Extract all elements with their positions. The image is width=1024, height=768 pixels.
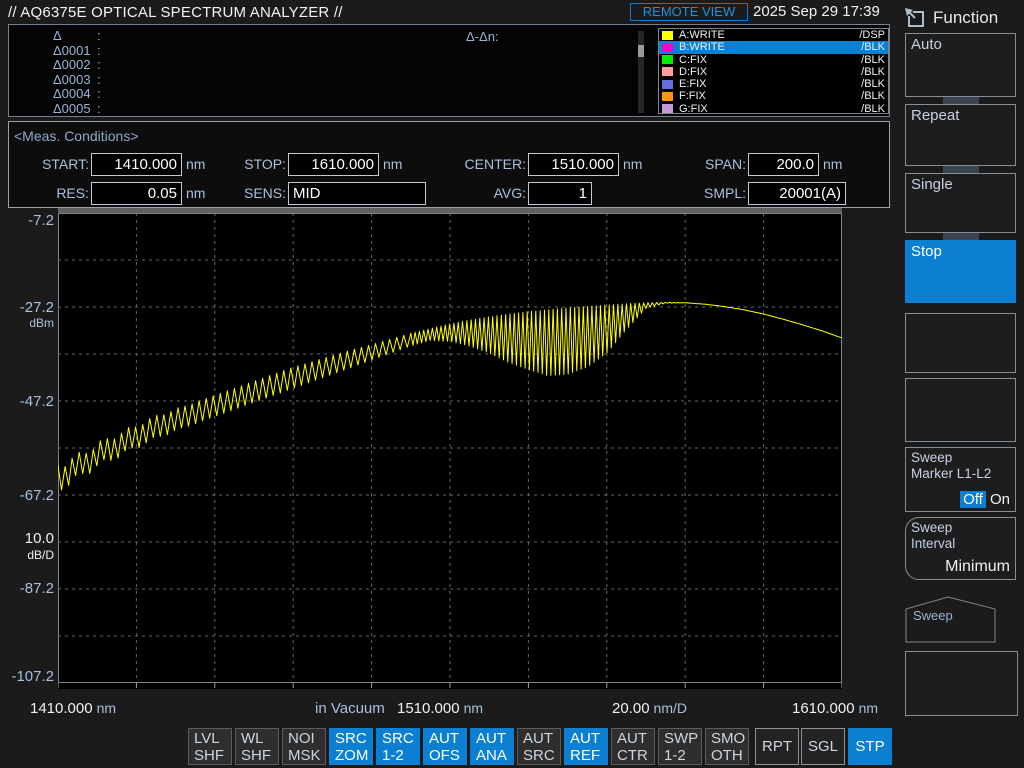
- softkey-auto[interactable]: Auto: [905, 33, 1016, 97]
- delta-marker-panel: Δ:Δ0001:Δ0002:Δ0003:Δ0004:Δ0005: Δ-Δn: A…: [8, 24, 890, 117]
- meas-conditions-panel: <Meas. Conditions> START: 1410.000 nm ST…: [8, 121, 890, 208]
- function-icon: [903, 6, 927, 30]
- softkey-blank-2[interactable]: [905, 378, 1016, 442]
- avg-value[interactable]: 1: [528, 182, 592, 205]
- soft-key-toolbar: LVLSHFWLSHFNOIMSKSRCZOMSRC1-2AUTOFSAUTAN…: [188, 728, 749, 765]
- softkey-aut-ref[interactable]: AUTREF: [564, 728, 608, 765]
- single-sweep-button[interactable]: SGL: [801, 728, 845, 765]
- function-header: Function: [903, 6, 998, 30]
- softkey-connector: [943, 166, 979, 173]
- softkey-aut-src[interactable]: AUTSRC: [517, 728, 561, 765]
- x-start-label: 1410.000nm: [30, 700, 116, 717]
- y-scale-value: 10.0: [0, 530, 54, 547]
- softkey-lvl-shf[interactable]: LVLSHF: [188, 728, 232, 765]
- softkey-sweep-marker[interactable]: Sweep Marker L1-L2 Off On: [905, 447, 1016, 512]
- trace-row[interactable]: B:WRITE/BLK: [659, 41, 888, 53]
- smpl-value[interactable]: 20001(A): [748, 182, 846, 205]
- softkey-single[interactable]: Single: [905, 173, 1016, 233]
- trace-row[interactable]: A:WRITE/DSP: [659, 29, 888, 41]
- res-value[interactable]: 0.05: [91, 182, 182, 205]
- y-tick-67: -67.2: [0, 487, 54, 504]
- trace-color-swatch: [662, 31, 673, 40]
- stop-value[interactable]: 1610.000: [288, 153, 379, 176]
- softkey-src-zom[interactable]: SRCZOM: [329, 728, 373, 765]
- center-value[interactable]: 1510.000: [528, 153, 619, 176]
- y-tick-bottom: -107.2: [0, 668, 54, 685]
- delta-marker-row: Δ0001:: [53, 44, 101, 59]
- page-title: // AQ6375E OPTICAL SPECTRUM ANALYZER //: [8, 4, 343, 21]
- softkey-connector: [943, 233, 979, 240]
- function-title: Function: [933, 8, 998, 28]
- y-axis-unit: dBm: [0, 316, 54, 330]
- trace-list-scrollbar[interactable]: [638, 31, 644, 113]
- delta-marker-row: Δ:: [53, 29, 101, 44]
- trace-row[interactable]: C:FIX/BLK: [659, 54, 888, 66]
- x-center-label: 1510.000nm: [397, 700, 483, 717]
- trace-color-swatch: [662, 67, 673, 76]
- trace-legend: A:WRITE/DSPB:WRITE/BLKC:FIX/BLKD:FIX/BLK…: [658, 28, 889, 114]
- meas-conditions-title: <Meas. Conditions>: [14, 128, 139, 144]
- delta-marker-list: Δ:Δ0001:Δ0002:Δ0003:Δ0004:Δ0005:: [53, 29, 101, 117]
- trace-color-swatch: [662, 92, 673, 101]
- softkey-smo-oth[interactable]: SMOOTH: [705, 728, 749, 765]
- softkey-aut-ana[interactable]: AUTANA: [470, 728, 514, 765]
- softkey-src-1-2[interactable]: SRC1-2: [376, 728, 420, 765]
- datetime: 2025 Sep 29 17:39: [753, 3, 880, 20]
- softkey-aut-ofs[interactable]: AUTOFS: [423, 728, 467, 765]
- trace-color-swatch: [662, 43, 673, 52]
- softkey-sweep-interval[interactable]: Sweep Interval Minimum: [905, 517, 1016, 580]
- delta-marker-row: Δ0005:: [53, 102, 101, 117]
- scrollbar-thumb[interactable]: [638, 45, 644, 57]
- x-stop-label: 1610.000nm: [792, 700, 878, 717]
- trace-color-swatch: [662, 104, 673, 113]
- softkey-wl-shf[interactable]: WLSHF: [235, 728, 279, 765]
- x-scale-label: 20.00nm/D: [612, 700, 687, 717]
- y-scale-unit: dB/D: [0, 548, 54, 562]
- y-tick-47: -47.2: [0, 393, 54, 410]
- trace-color-swatch: [662, 80, 673, 89]
- trace-row[interactable]: F:FIX/BLK: [659, 90, 888, 102]
- trace-row[interactable]: G:FIX/BLK: [659, 103, 888, 115]
- softkey-repeat[interactable]: Repeat: [905, 104, 1016, 166]
- delta-marker-row: Δ0003:: [53, 73, 101, 88]
- trace-row[interactable]: E:FIX/BLK: [659, 78, 888, 90]
- softkey-connector: [943, 97, 979, 104]
- span-value[interactable]: 200.0: [748, 153, 819, 176]
- sweep-interval-value: Minimum: [945, 558, 1010, 576]
- sweep-group-label: Sweep: [913, 608, 953, 623]
- osa-screen: // AQ6375E OPTICAL SPECTRUM ANALYZER // …: [0, 0, 1024, 768]
- stop-sweep-button[interactable]: STP: [848, 728, 892, 765]
- sweep-marker-off[interactable]: Off: [960, 491, 986, 508]
- spectrum-trace-svg: [58, 213, 842, 689]
- delta-n-label: Δ-Δn:: [466, 29, 499, 44]
- delta-marker-row: Δ0004:: [53, 87, 101, 102]
- trace-color-swatch: [662, 55, 673, 64]
- sens-value[interactable]: MID: [288, 182, 426, 205]
- remote-view-badge: REMOTE VIEW: [630, 3, 748, 21]
- trace-row[interactable]: D:FIX/BLK: [659, 66, 888, 78]
- vacuum-label: in Vacuum: [315, 700, 385, 717]
- delta-marker-row: Δ0002:: [53, 58, 101, 73]
- y-tick-top: -7.2: [0, 212, 54, 229]
- softkey-noi-msk[interactable]: NOIMSK: [282, 728, 326, 765]
- softkey-blank-1[interactable]: [905, 313, 1016, 373]
- softkey-aut-ctr[interactable]: AUTCTR: [611, 728, 655, 765]
- y-tick-87: -87.2: [0, 580, 54, 597]
- repeat-sweep-button[interactable]: RPT: [755, 728, 799, 765]
- y-tick-ref: -27.2: [0, 299, 54, 316]
- softkey-stop[interactable]: Stop: [905, 240, 1016, 303]
- spectrum-plot: [58, 213, 842, 689]
- softkey-swp-1-2[interactable]: SWP1-2: [658, 728, 702, 765]
- sweep-marker-on[interactable]: On: [990, 491, 1010, 508]
- softkey-blank-3[interactable]: [905, 651, 1018, 716]
- start-value[interactable]: 1410.000: [91, 153, 182, 176]
